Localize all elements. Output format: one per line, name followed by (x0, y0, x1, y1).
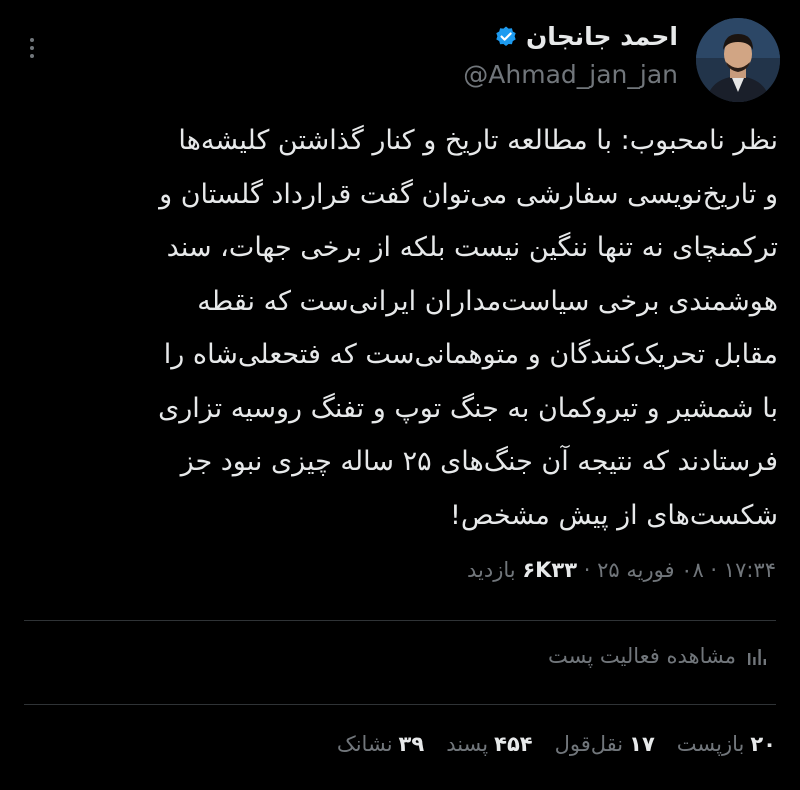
likes-count: ۴۵۴ (494, 732, 533, 756)
tweet-detail: احمد جانجان @Ahmad_jan_jan نظر نامحبوب: … (0, 0, 800, 790)
tweet-text-line: مقابل تحریک‌کنندگان و متوهمانی‌ست که فتح… (163, 339, 778, 370)
meta-separator: · (583, 558, 591, 582)
tweet-date[interactable]: ۰۸ فوریه ۲۵ (597, 558, 704, 582)
meta-separator: · (710, 558, 718, 582)
bookmarks-count: ۳۹ (398, 732, 425, 756)
more-vertical-icon[interactable] (28, 38, 36, 62)
tweet-text: نظر نامحبوب: با مطالعه تاریخ و کنار گذاش… (18, 114, 778, 542)
divider (24, 704, 776, 705)
tweet-text-line: ترکمنچای نه تنها ننگین نیست بلکه از برخی… (166, 232, 778, 263)
bookmarks-label: نشانک (336, 732, 393, 756)
verified-badge-icon (494, 25, 518, 49)
likes-stat[interactable]: ۴۵۴ پسند (446, 732, 532, 756)
view-post-activity-label: مشاهده فعالیت پست (548, 644, 736, 668)
author-name-row[interactable]: احمد جانجان (494, 22, 678, 51)
tweet-text-line: و تاریخ‌نویسی سفارشی می‌توان گفت قرارداد… (159, 178, 778, 210)
author-display-name[interactable]: احمد جانجان (526, 22, 678, 51)
avatar[interactable] (696, 18, 780, 102)
author-handle[interactable]: @Ahmad_jan_jan (463, 60, 678, 89)
likes-label: پسند (446, 732, 489, 756)
tweet-text-line: هوشمندی برخی سیاست‌مداران ایرانی‌ست که ن… (197, 285, 778, 317)
reposts-count: ۲۰ (750, 732, 776, 756)
quotes-count: ۱۷ (629, 732, 655, 756)
quotes-stat[interactable]: ۱۷ نقل‌قول (555, 732, 655, 756)
tweet-time[interactable]: ۱۷:۳۴ (724, 558, 776, 582)
divider (24, 620, 776, 621)
quotes-label: نقل‌قول (554, 732, 624, 756)
views-label: بازدید (467, 558, 516, 582)
bookmarks-stat[interactable]: ۳۹ نشانک (337, 732, 424, 756)
tweet-text-line: نظر نامحبوب: با مطالعه تاریخ و کنار گذاش… (178, 125, 778, 156)
tweet-text-line: شکست‌های از پیش مشخص! (450, 499, 778, 531)
tweet-text-line: با شمشیر و تیروکمان به جنگ توپ و تفنگ رو… (158, 392, 778, 424)
tweet-text-line: فرستادند که نتیجه آن جنگ‌های ۲۵ ساله چیز… (180, 446, 778, 477)
bar-chart-icon (746, 645, 768, 667)
views-count: ۶K۳۳ (522, 558, 578, 582)
view-post-activity-link[interactable]: مشاهده فعالیت پست (548, 644, 768, 668)
reposts-stat[interactable]: ۲۰ بازپست (677, 732, 776, 756)
engagement-stats: ۲۰ بازپست ۱۷ نقل‌قول ۴۵۴ پسند ۳۹ نشانک (337, 732, 776, 756)
tweet-meta: ۱۷:۳۴ · ۰۸ فوریه ۲۵ · ۶K۳۳ بازدید (467, 558, 776, 582)
reposts-label: بازپست (676, 732, 745, 756)
